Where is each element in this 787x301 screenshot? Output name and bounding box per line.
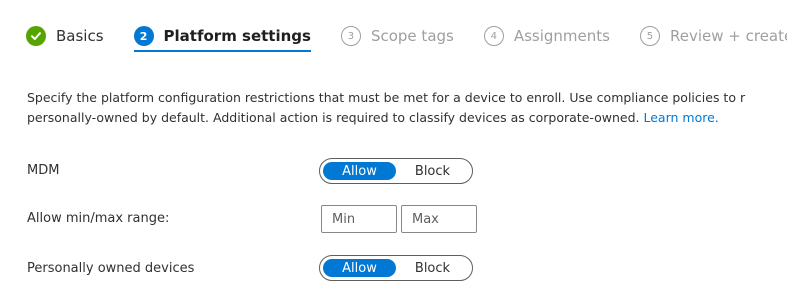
personally-owned-block-option[interactable]: Block <box>396 259 469 277</box>
wizard-steps: Basics 2 Platform settings 3 Scope tags … <box>26 22 787 52</box>
step-platform-settings[interactable]: 2 Platform settings <box>133 26 311 52</box>
personally-owned-toggle[interactable]: Allow Block <box>319 255 473 281</box>
step-label: Review + create <box>669 27 787 45</box>
checkmark-icon <box>26 26 46 46</box>
personally-owned-allow-option[interactable]: Allow <box>323 259 396 277</box>
step-number-badge: 5 <box>639 26 660 46</box>
step-number-badge: 4 <box>483 26 504 46</box>
mdm-block-option[interactable]: Block <box>396 162 469 180</box>
step-review-create[interactable]: 5 Review + create <box>639 26 787 46</box>
range-label: Allow min/max range: <box>27 211 170 226</box>
active-step-indicator <box>133 50 311 52</box>
step-number-badge: 2 <box>133 26 154 46</box>
min-input[interactable] <box>321 205 397 233</box>
learn-more-link[interactable]: Learn more. <box>644 110 719 125</box>
description-line-2-text: personally-owned by default. Additional … <box>27 110 640 125</box>
step-label: Assignments <box>513 27 610 45</box>
personally-owned-label: Personally owned devices <box>27 261 195 276</box>
description-text: Specify the platform configuration restr… <box>27 88 787 128</box>
step-label: Scope tags <box>370 27 454 45</box>
step-basics[interactable]: Basics <box>26 26 104 46</box>
description-line-2: personally-owned by default. Additional … <box>27 108 787 128</box>
step-label: Platform settings <box>163 27 311 45</box>
step-number-badge: 3 <box>340 26 361 46</box>
mdm-toggle[interactable]: Allow Block <box>319 158 473 184</box>
step-scope-tags[interactable]: 3 Scope tags <box>340 26 454 46</box>
max-input[interactable] <box>401 205 477 233</box>
mdm-label: MDM <box>27 163 60 178</box>
step-label: Basics <box>56 27 104 45</box>
description-line-1: Specify the platform configuration restr… <box>27 90 746 105</box>
step-assignments[interactable]: 4 Assignments <box>483 26 610 46</box>
mdm-allow-option[interactable]: Allow <box>323 162 396 180</box>
